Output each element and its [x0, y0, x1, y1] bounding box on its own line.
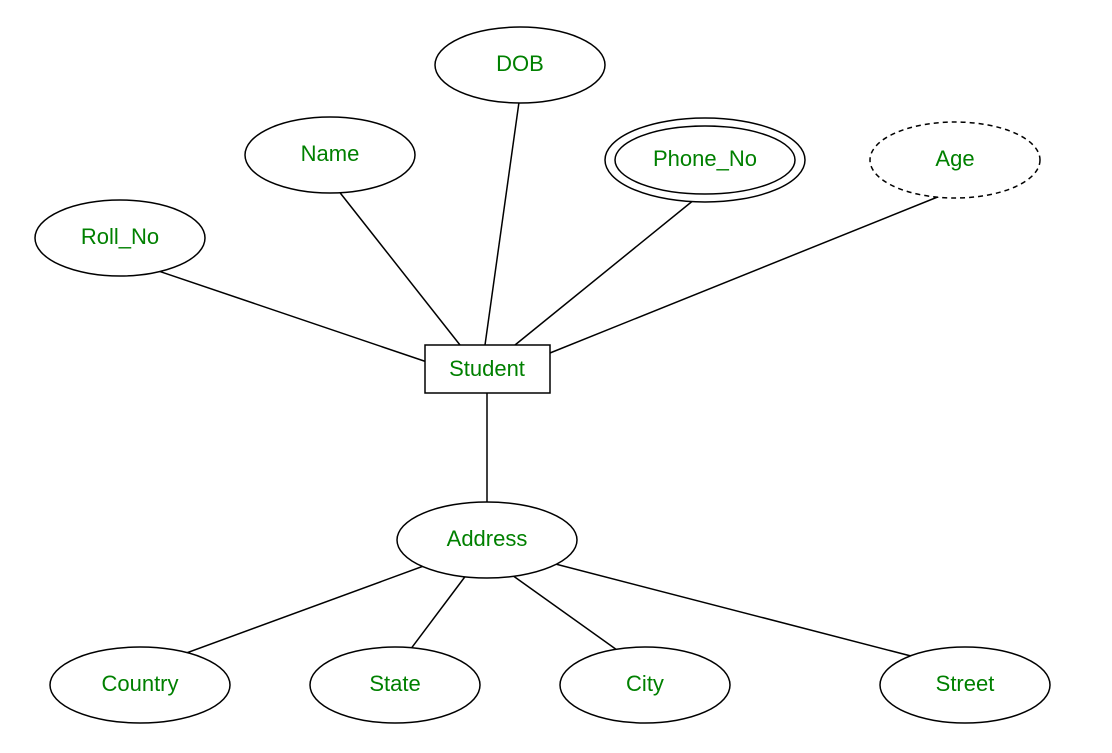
attr-name: Name	[245, 117, 415, 193]
attr-phone-no: Phone_No	[605, 118, 805, 202]
edge-student-rollno	[120, 258, 430, 363]
edge-student-age	[545, 190, 955, 355]
attr-country: Country	[50, 647, 230, 723]
attr-phone-no-label: Phone_No	[653, 146, 757, 171]
attr-roll-no: Roll_No	[35, 200, 205, 276]
attr-street-label: Street	[936, 671, 995, 696]
entity-student: Student	[425, 345, 550, 393]
attr-address-label: Address	[447, 526, 528, 551]
attr-age: Age	[870, 122, 1040, 198]
attr-dob-label: DOB	[496, 51, 544, 76]
attr-city-label: City	[626, 671, 664, 696]
attr-roll-no-label: Roll_No	[81, 224, 159, 249]
attr-street: Street	[880, 647, 1050, 723]
attr-name-label: Name	[301, 141, 360, 166]
attr-state-label: State	[369, 671, 420, 696]
attr-city: City	[560, 647, 730, 723]
entity-student-label: Student	[449, 356, 525, 381]
edge-student-phoneno	[515, 195, 700, 345]
er-diagram: Student Roll_No Name DOB Phone_No Age Ad…	[0, 0, 1112, 753]
edge-student-name	[330, 180, 460, 345]
attr-state: State	[310, 647, 480, 723]
attr-address: Address	[397, 502, 577, 578]
attr-country-label: Country	[101, 671, 178, 696]
attr-age-label: Age	[935, 146, 974, 171]
edge-student-dob	[485, 95, 520, 345]
attr-dob: DOB	[435, 27, 605, 103]
